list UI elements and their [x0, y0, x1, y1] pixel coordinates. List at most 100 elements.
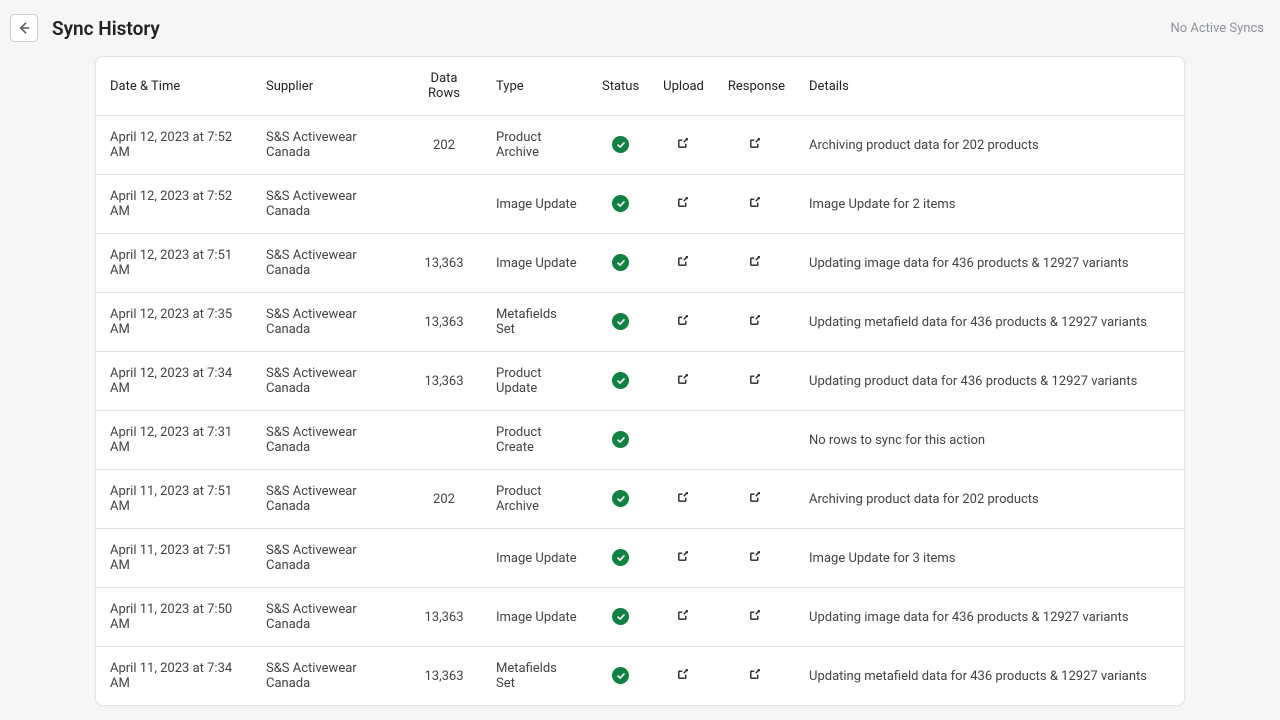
cell-datetime: April 11, 2023 at 7:50 AM: [96, 588, 254, 647]
cell-upload: [651, 647, 716, 706]
cell-datetime: April 11, 2023 at 7:51 AM: [96, 529, 254, 588]
cell-status: [590, 529, 651, 588]
col-header-datarows: Data Rows: [404, 57, 484, 116]
col-header-supplier: Supplier: [254, 57, 404, 116]
cell-upload: [651, 116, 716, 175]
cell-datetime: April 11, 2023 at 7:51 AM: [96, 470, 254, 529]
cell-type: Image Update: [484, 588, 590, 647]
cell-datarows: 13,363: [404, 588, 484, 647]
response-link-icon[interactable]: [748, 372, 764, 388]
status-success-icon: [612, 667, 629, 684]
cell-response: [716, 529, 797, 588]
cell-datetime: April 12, 2023 at 7:34 AM: [96, 352, 254, 411]
status-success-icon: [612, 313, 629, 330]
response-link-icon[interactable]: [748, 490, 764, 506]
cell-upload: [651, 352, 716, 411]
upload-link-icon[interactable]: [676, 608, 692, 624]
cell-status: [590, 175, 651, 234]
col-header-response: Response: [716, 57, 797, 116]
sync-history-table: Date & Time Supplier Data Rows Type Stat…: [96, 57, 1184, 705]
status-success-icon: [612, 490, 629, 507]
response-link-icon[interactable]: [748, 608, 764, 624]
cell-response: [716, 116, 797, 175]
col-header-datetime: Date & Time: [96, 57, 254, 116]
upload-link-icon[interactable]: [676, 549, 692, 565]
upload-link-icon[interactable]: [676, 195, 692, 211]
cell-status: [590, 470, 651, 529]
cell-datarows: 13,363: [404, 234, 484, 293]
cell-upload: [651, 175, 716, 234]
cell-datarows: 13,363: [404, 293, 484, 352]
table-row: April 12, 2023 at 7:34 AMS&S Activewear …: [96, 352, 1184, 411]
cell-upload: [651, 588, 716, 647]
cell-datetime: April 12, 2023 at 7:52 AM: [96, 116, 254, 175]
cell-details: Updating image data for 436 products & 1…: [797, 234, 1184, 293]
cell-status: [590, 647, 651, 706]
arrow-left-icon: [16, 20, 32, 36]
cell-details: Updating metafield data for 436 products…: [797, 647, 1184, 706]
table-row: April 12, 2023 at 7:35 AMS&S Activewear …: [96, 293, 1184, 352]
cell-datetime: April 12, 2023 at 7:35 AM: [96, 293, 254, 352]
upload-link-icon[interactable]: [676, 667, 692, 683]
cell-upload: [651, 470, 716, 529]
table-row: April 12, 2023 at 7:52 AMS&S Activewear …: [96, 175, 1184, 234]
table-row: April 11, 2023 at 7:51 AMS&S Activewear …: [96, 529, 1184, 588]
table-row: April 11, 2023 at 7:51 AMS&S Activewear …: [96, 470, 1184, 529]
cell-response: [716, 234, 797, 293]
cell-supplier: S&S Activewear Canada: [254, 293, 404, 352]
cell-type: Product Update: [484, 352, 590, 411]
cell-status: [590, 588, 651, 647]
cell-type: Image Update: [484, 175, 590, 234]
status-success-icon: [612, 549, 629, 566]
upload-link-icon[interactable]: [676, 254, 692, 270]
cell-details: No rows to sync for this action: [797, 411, 1184, 470]
table-row: April 12, 2023 at 7:52 AMS&S Activewear …: [96, 116, 1184, 175]
cell-supplier: S&S Activewear Canada: [254, 352, 404, 411]
cell-supplier: S&S Activewear Canada: [254, 175, 404, 234]
cell-response: [716, 293, 797, 352]
response-link-icon[interactable]: [748, 549, 764, 565]
cell-datarows: [404, 411, 484, 470]
table-row: April 11, 2023 at 7:50 AMS&S Activewear …: [96, 588, 1184, 647]
cell-status: [590, 411, 651, 470]
status-success-icon: [612, 372, 629, 389]
cell-status: [590, 293, 651, 352]
cell-supplier: S&S Activewear Canada: [254, 411, 404, 470]
col-header-status: Status: [590, 57, 651, 116]
response-link-icon[interactable]: [748, 254, 764, 270]
cell-details: Updating product data for 436 products &…: [797, 352, 1184, 411]
page-title: Sync History: [52, 17, 1170, 40]
cell-upload: [651, 529, 716, 588]
cell-status: [590, 116, 651, 175]
back-button[interactable]: [10, 14, 38, 42]
cell-datarows: 202: [404, 116, 484, 175]
cell-datarows: 13,363: [404, 647, 484, 706]
sync-history-card: Date & Time Supplier Data Rows Type Stat…: [95, 56, 1185, 706]
table-header-row: Date & Time Supplier Data Rows Type Stat…: [96, 57, 1184, 116]
cell-upload: [651, 293, 716, 352]
status-success-icon: [612, 195, 629, 212]
response-link-icon[interactable]: [748, 313, 764, 329]
cell-details: Image Update for 2 items: [797, 175, 1184, 234]
cell-supplier: S&S Activewear Canada: [254, 529, 404, 588]
cell-type: Product Archive: [484, 116, 590, 175]
cell-supplier: S&S Activewear Canada: [254, 470, 404, 529]
upload-link-icon[interactable]: [676, 313, 692, 329]
cell-response: [716, 411, 797, 470]
col-header-details: Details: [797, 57, 1184, 116]
response-link-icon[interactable]: [748, 136, 764, 152]
cell-response: [716, 175, 797, 234]
cell-response: [716, 588, 797, 647]
cell-upload: [651, 234, 716, 293]
cell-response: [716, 647, 797, 706]
cell-datetime: April 12, 2023 at 7:31 AM: [96, 411, 254, 470]
cell-details: Archiving product data for 202 products: [797, 116, 1184, 175]
col-header-type: Type: [484, 57, 590, 116]
cell-upload: [651, 411, 716, 470]
upload-link-icon[interactable]: [676, 136, 692, 152]
cell-supplier: S&S Activewear Canada: [254, 647, 404, 706]
response-link-icon[interactable]: [748, 195, 764, 211]
upload-link-icon[interactable]: [676, 372, 692, 388]
response-link-icon[interactable]: [748, 667, 764, 683]
upload-link-icon[interactable]: [676, 490, 692, 506]
